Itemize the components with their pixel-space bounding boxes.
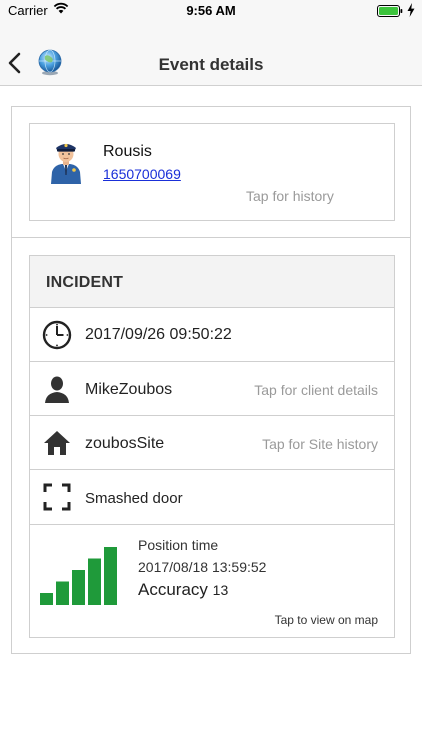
- divider: [12, 237, 410, 238]
- police-officer-avatar-icon: [48, 138, 84, 184]
- incident-time-row: 2017/09/26 09:50:22: [30, 308, 394, 362]
- guard-phone-link[interactable]: 1650700069: [103, 166, 181, 182]
- accuracy-value: 13: [212, 582, 229, 598]
- signal-bar: [40, 593, 53, 605]
- status-bar: Carrier 9:56 AM: [0, 0, 422, 22]
- incident-header-label: INCIDENT: [46, 274, 124, 291]
- site-name: zoubosSite: [85, 435, 165, 452]
- signal-bar: [104, 547, 117, 605]
- position-time-value: 2017/08/18 13:59:52: [138, 559, 267, 575]
- person-icon: [42, 374, 72, 404]
- page-title: Event details: [158, 55, 264, 74]
- view-on-map-hint[interactable]: Tap to view on map: [275, 613, 378, 627]
- event-details-panel: Rousis 1650700069 Tap for history INCIDE…: [11, 106, 411, 654]
- accuracy-label: Accuracy: [138, 580, 208, 599]
- home-icon: [42, 428, 72, 458]
- clock-icon: [42, 320, 72, 350]
- client-name: MikeZoubos: [85, 381, 173, 398]
- signal-strength-icon: [40, 547, 122, 605]
- incident-description: Smashed door: [85, 490, 183, 507]
- clock-time: 9:56 AM: [186, 3, 236, 18]
- tap-for-history-hint: Tap for history: [246, 188, 334, 204]
- position-time-label: Position time: [138, 537, 219, 553]
- client-details-hint: Tap for client details: [254, 382, 378, 398]
- signal-bar: [88, 558, 101, 605]
- focus-frame-icon: [42, 482, 72, 512]
- site-history-hint: Tap for Site history: [262, 436, 378, 452]
- guard-card[interactable]: Rousis 1650700069 Tap for history: [29, 123, 395, 221]
- signal-bar: [72, 570, 85, 605]
- description-row: Smashed door: [30, 470, 394, 525]
- navigation-bar: Event details: [0, 22, 422, 86]
- incident-header: INCIDENT: [30, 256, 394, 308]
- incident-datetime: 2017/09/26 09:50:22: [85, 326, 232, 343]
- accuracy: Accuracy 13: [138, 580, 228, 600]
- battery-icon: [377, 5, 403, 20]
- client-row[interactable]: MikeZoubos Tap for client details: [30, 362, 394, 416]
- incident-card: INCIDENT 2017/09/26 09:50:22 MikeZoubos …: [29, 255, 395, 638]
- signal-bar: [56, 581, 69, 605]
- position-block[interactable]: Position time 2017/08/18 13:59:52 Accura…: [30, 525, 394, 637]
- site-row[interactable]: zoubosSite Tap for Site history: [30, 416, 394, 470]
- charging-bolt-icon: [407, 3, 415, 20]
- guard-name: Rousis: [103, 143, 152, 160]
